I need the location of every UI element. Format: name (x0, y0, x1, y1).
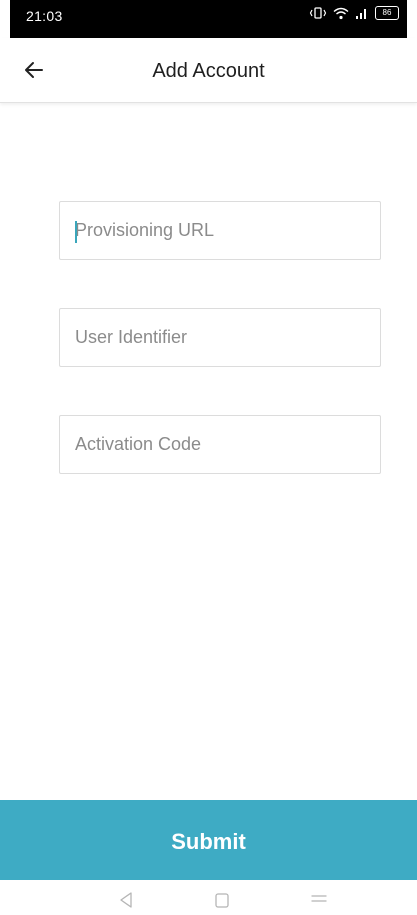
activation-code-field (59, 415, 381, 474)
user-identifier-field (59, 308, 381, 367)
provisioning-url-field (59, 201, 381, 260)
signal-icon (355, 7, 369, 20)
menu-lines-icon (311, 895, 327, 902)
nav-back-button[interactable] (115, 890, 139, 910)
status-bar: 21:03 86 (10, 0, 407, 38)
nav-home-button[interactable] (210, 890, 234, 910)
nav-menu-button[interactable] (307, 890, 331, 910)
triangle-back-icon (120, 892, 132, 908)
provisioning-url-input[interactable] (60, 202, 380, 259)
app-bar: Add Account (0, 38, 417, 103)
system-nav-bar (0, 880, 417, 910)
status-icons: 86 (309, 6, 399, 20)
status-time: 21:03 (26, 8, 63, 24)
page-title: Add Account (152, 60, 265, 82)
activation-code-input[interactable] (60, 416, 380, 473)
battery-icon: 86 (375, 6, 399, 20)
submit-button[interactable]: Submit (0, 800, 417, 880)
text-cursor (75, 221, 77, 243)
user-identifier-input[interactable] (60, 309, 380, 366)
vibrate-icon (309, 6, 327, 20)
wifi-icon (333, 7, 349, 20)
square-home-icon (215, 893, 229, 908)
